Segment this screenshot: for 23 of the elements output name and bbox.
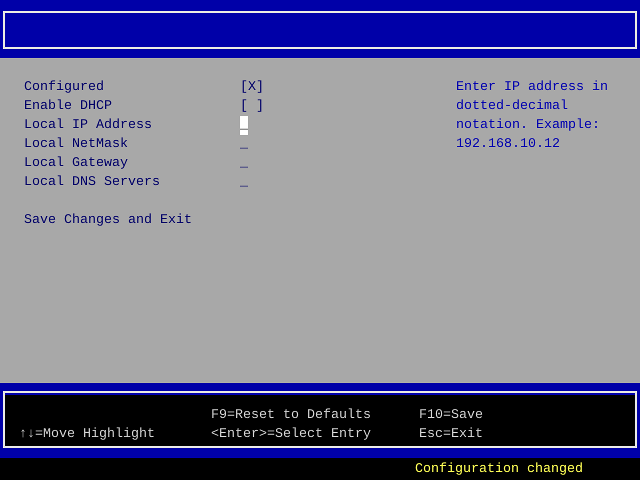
key-hint: F9=Reset to Defaults bbox=[211, 407, 372, 425]
setting-label: Local DNS Servers bbox=[24, 174, 161, 192]
setting-label: Local Gateway bbox=[24, 155, 129, 173]
setting-value[interactable]: _ bbox=[240, 135, 248, 154]
key-hint: Esc=Exit bbox=[419, 426, 483, 444]
key-hint: F10=Save bbox=[419, 407, 483, 425]
setting-value[interactable]: _ bbox=[240, 173, 248, 192]
setting-label: Local NetMask bbox=[24, 136, 129, 154]
key-hint: ↑↓=Move Highlight bbox=[19, 426, 156, 444]
setting-value[interactable]: [ ] bbox=[240, 97, 264, 116]
save-exit-entry[interactable]: Save Changes and Exit bbox=[24, 211, 192, 230]
help-text: 192.168.10.12 bbox=[456, 136, 561, 154]
key-hint: <Enter>=Select Entry bbox=[211, 426, 372, 444]
setting-label: Configured bbox=[24, 79, 105, 97]
help-text: dotted-decimal bbox=[456, 98, 569, 116]
setting-value[interactable]: [X] bbox=[240, 78, 264, 97]
setting-value[interactable]: _ bbox=[240, 116, 248, 135]
setting-value[interactable]: _ bbox=[240, 154, 248, 173]
status-message: Configuration changed bbox=[415, 460, 583, 478]
help-text: Enter IP address in bbox=[456, 79, 608, 97]
help-text: notation. Example: bbox=[456, 117, 601, 135]
setting-label: Enable DHCP bbox=[24, 98, 113, 116]
setting-label: Local IP Address bbox=[24, 117, 153, 135]
